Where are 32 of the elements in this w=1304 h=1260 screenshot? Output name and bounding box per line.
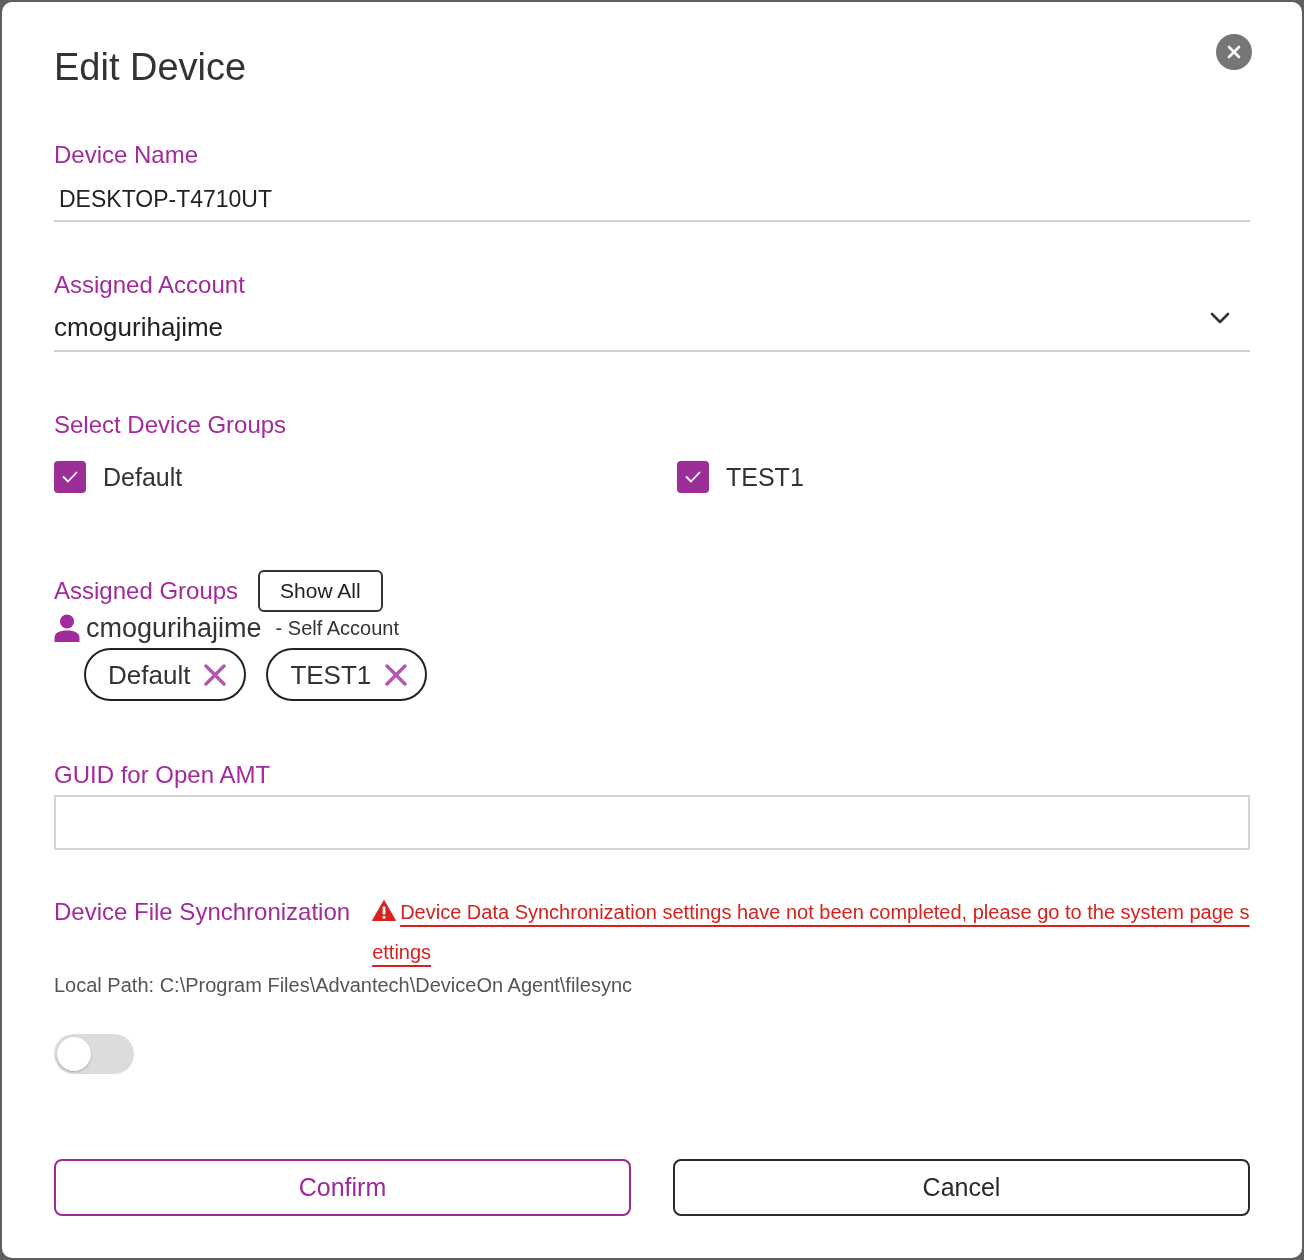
local-path-text: Local Path: C:\Program Files\Advantech\DeviceOn Agent\filesync xyxy=(54,973,634,998)
warning-link[interactable]: Device Data Synchronization settings have not been completed, please go to the system page settings xyxy=(372,892,1250,972)
confirm-button[interactable]: Confirm xyxy=(54,1159,631,1216)
checkbox-label: Default xyxy=(103,462,183,492)
toggle-switch[interactable] xyxy=(54,1034,134,1074)
checkbox-label: TEST1 xyxy=(726,462,804,492)
account-name: cmogurihajime xyxy=(86,612,262,644)
field-label: Assigned Groups xyxy=(54,576,239,606)
guid-field[interactable] xyxy=(54,795,1250,850)
group-tag-label: TEST1 xyxy=(290,659,372,690)
chevron-down-icon xyxy=(1210,312,1230,324)
close-icon xyxy=(1227,45,1241,59)
field-label: GUID for Open AMT xyxy=(54,760,272,790)
field-label: Assigned Account xyxy=(54,270,246,300)
field-label: Device Name xyxy=(54,140,200,170)
show-all-button[interactable]: Show All xyxy=(258,570,383,612)
field-label: Select Device Groups xyxy=(54,410,288,440)
remove-icon[interactable] xyxy=(204,663,227,686)
check-icon xyxy=(62,471,78,483)
account-note: - Self Account xyxy=(275,616,399,641)
cancel-button[interactable]: Cancel xyxy=(673,1159,1250,1216)
checkbox[interactable] xyxy=(677,461,709,493)
close-button[interactable] xyxy=(1216,34,1252,70)
warning-icon xyxy=(372,900,397,921)
check-icon xyxy=(685,471,701,483)
checkbox[interactable] xyxy=(54,461,86,493)
person-icon xyxy=(54,614,80,642)
dialog-title: Edit Device xyxy=(54,45,247,90)
remove-icon[interactable] xyxy=(385,663,408,686)
account-select[interactable]: cmogurihajime xyxy=(54,300,1250,352)
group-tag-label: Default xyxy=(108,659,191,690)
field-label: Device File Synchronization xyxy=(54,897,351,927)
